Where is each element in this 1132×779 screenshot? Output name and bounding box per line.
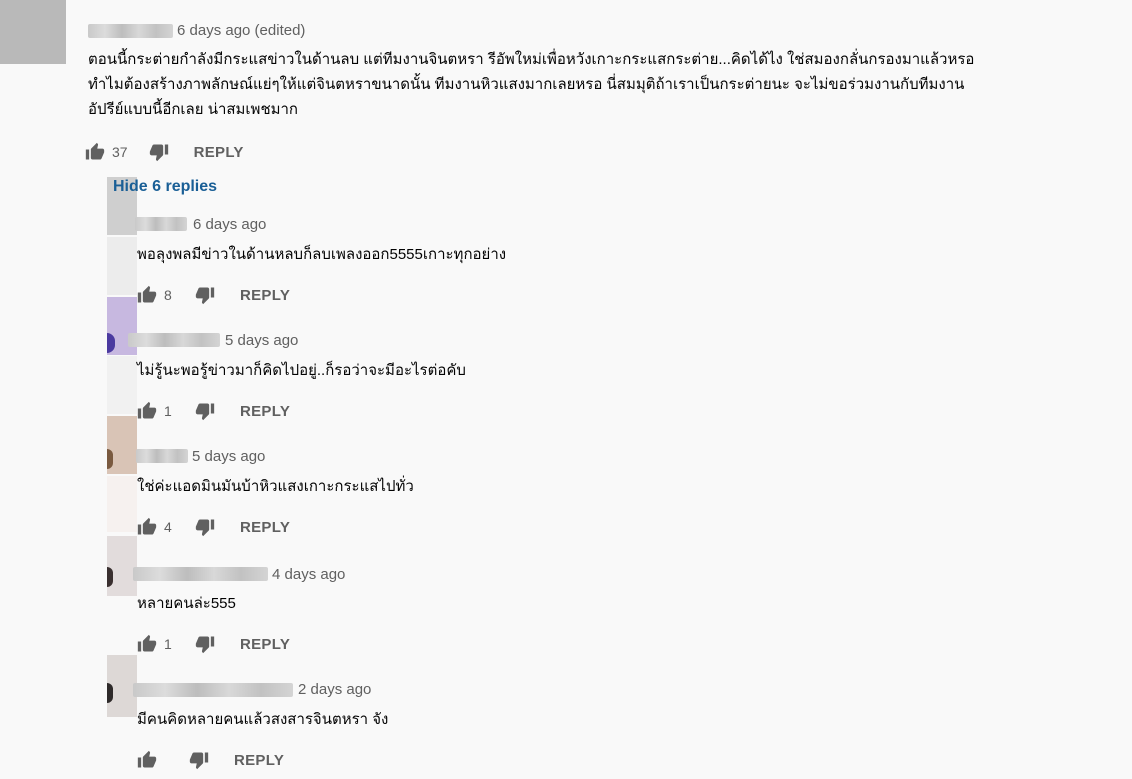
- reply-4-actions: 1 REPLY: [136, 633, 290, 655]
- thumbs-down-icon: [195, 403, 215, 421]
- top-comment-text-line-3: อัปรีย์แบบนี้อีกเลย น่าสมเพชมาก: [88, 101, 299, 118]
- top-comment-avatar[interactable]: [0, 0, 66, 64]
- reply-2-timestamp[interactable]: 5 days ago: [225, 332, 298, 350]
- reply-avatar-3-circle: [107, 449, 113, 469]
- reply-5-text: มีคนคิดหลายคนแล้วสงสารจินตหรา จัง: [137, 711, 389, 728]
- comments-section: 6 days ago (edited) ตอนนี้กระต่ายกำลังมี…: [0, 0, 1132, 779]
- thumbs-up-icon: [137, 285, 157, 303]
- top-comment-actions: 37 REPLY: [84, 141, 244, 163]
- top-comment-text-line-2: ทำไมต้องสร้างภาพลักษณ์แย่ๆให้แต่จินตหราข…: [88, 76, 965, 93]
- reply-3-text: ใช่ค่ะแอดมินมันบ้าหิวแสงเกาะกระแสไปทั่ว: [137, 478, 414, 495]
- thumbs-up-icon: [137, 750, 157, 768]
- reply-button[interactable]: REPLY: [240, 519, 290, 536]
- reply-2-text: ไม่รู้นะพอรู้ข่าวมาก็คิดไปอยู่..ก็รอว่าจ…: [137, 362, 466, 379]
- reply-button[interactable]: REPLY: [240, 287, 290, 304]
- reply-1-timestamp[interactable]: 6 days ago: [193, 216, 266, 234]
- reply-1-text: พอลุงพลมีข่าวในด้านหลบก็ลบเพลงออก5555เกา…: [137, 246, 507, 263]
- thumbs-up-icon: [137, 401, 157, 419]
- like-button[interactable]: [136, 633, 158, 655]
- reply-avatar-4-circle: [107, 567, 113, 587]
- like-count: 1: [164, 636, 172, 652]
- like-button[interactable]: [84, 141, 106, 163]
- thumbs-down-icon: [195, 519, 215, 537]
- reply-2-author[interactable]: [128, 333, 220, 347]
- reply-5-author[interactable]: [133, 683, 293, 697]
- like-count: 8: [164, 287, 172, 303]
- thumbs-down-icon: [195, 287, 215, 305]
- reply-button[interactable]: REPLY: [240, 636, 290, 653]
- thumbs-up-icon: [137, 634, 157, 652]
- thumbs-down-icon: [189, 752, 209, 770]
- reply-avatar-strip-4: [107, 476, 137, 532]
- dislike-button[interactable]: [194, 400, 216, 422]
- reply-5-timestamp[interactable]: 2 days ago: [298, 681, 371, 699]
- reply-button[interactable]: REPLY: [194, 144, 244, 161]
- reply-button[interactable]: REPLY: [240, 403, 290, 420]
- reply-5-actions: REPLY: [136, 749, 284, 771]
- reply-4-text: หลายคนล่ะ555: [137, 595, 236, 612]
- dislike-button[interactable]: [148, 141, 170, 163]
- like-button[interactable]: [136, 400, 158, 422]
- reply-1-actions: 8 REPLY: [136, 284, 290, 306]
- hide-replies-button[interactable]: Hide 6 replies: [113, 178, 217, 196]
- reply-4-author[interactable]: [133, 567, 268, 581]
- like-count: 37: [112, 144, 128, 160]
- thumbs-up-icon: [85, 142, 105, 160]
- like-button[interactable]: [136, 516, 158, 538]
- reply-button[interactable]: REPLY: [234, 752, 284, 769]
- top-comment-text-line-1: ตอนนี้กระต่ายกำลังมีกระแสข่าวในด้านลบ แต…: [88, 51, 975, 68]
- like-button[interactable]: [136, 749, 158, 771]
- reply-2-actions: 1 REPLY: [136, 400, 290, 422]
- reply-3-timestamp[interactable]: 5 days ago: [192, 448, 265, 466]
- thumbs-down-icon: [195, 636, 215, 654]
- like-button[interactable]: [136, 284, 158, 306]
- dislike-button[interactable]: [194, 284, 216, 306]
- reply-avatar-strip-3: [107, 356, 137, 414]
- thumbs-down-icon: [149, 144, 168, 162]
- top-comment-author[interactable]: [88, 24, 173, 38]
- reply-avatar-4[interactable]: [107, 536, 137, 596]
- dislike-button[interactable]: [194, 633, 216, 655]
- reply-avatar-5-circle: [107, 683, 113, 703]
- reply-4-timestamp[interactable]: 4 days ago: [272, 566, 345, 584]
- reply-3-actions: 4 REPLY: [136, 516, 290, 538]
- like-count: 4: [164, 519, 172, 535]
- top-comment-timestamp[interactable]: 6 days ago (edited): [177, 22, 305, 40]
- reply-avatar-strip-2: [107, 237, 137, 295]
- reply-3-author[interactable]: [136, 449, 188, 463]
- dislike-button[interactable]: [194, 516, 216, 538]
- dislike-button[interactable]: [188, 749, 210, 771]
- reply-1-author[interactable]: [135, 217, 187, 231]
- like-count: 1: [164, 403, 172, 419]
- thumbs-up-icon: [137, 517, 157, 535]
